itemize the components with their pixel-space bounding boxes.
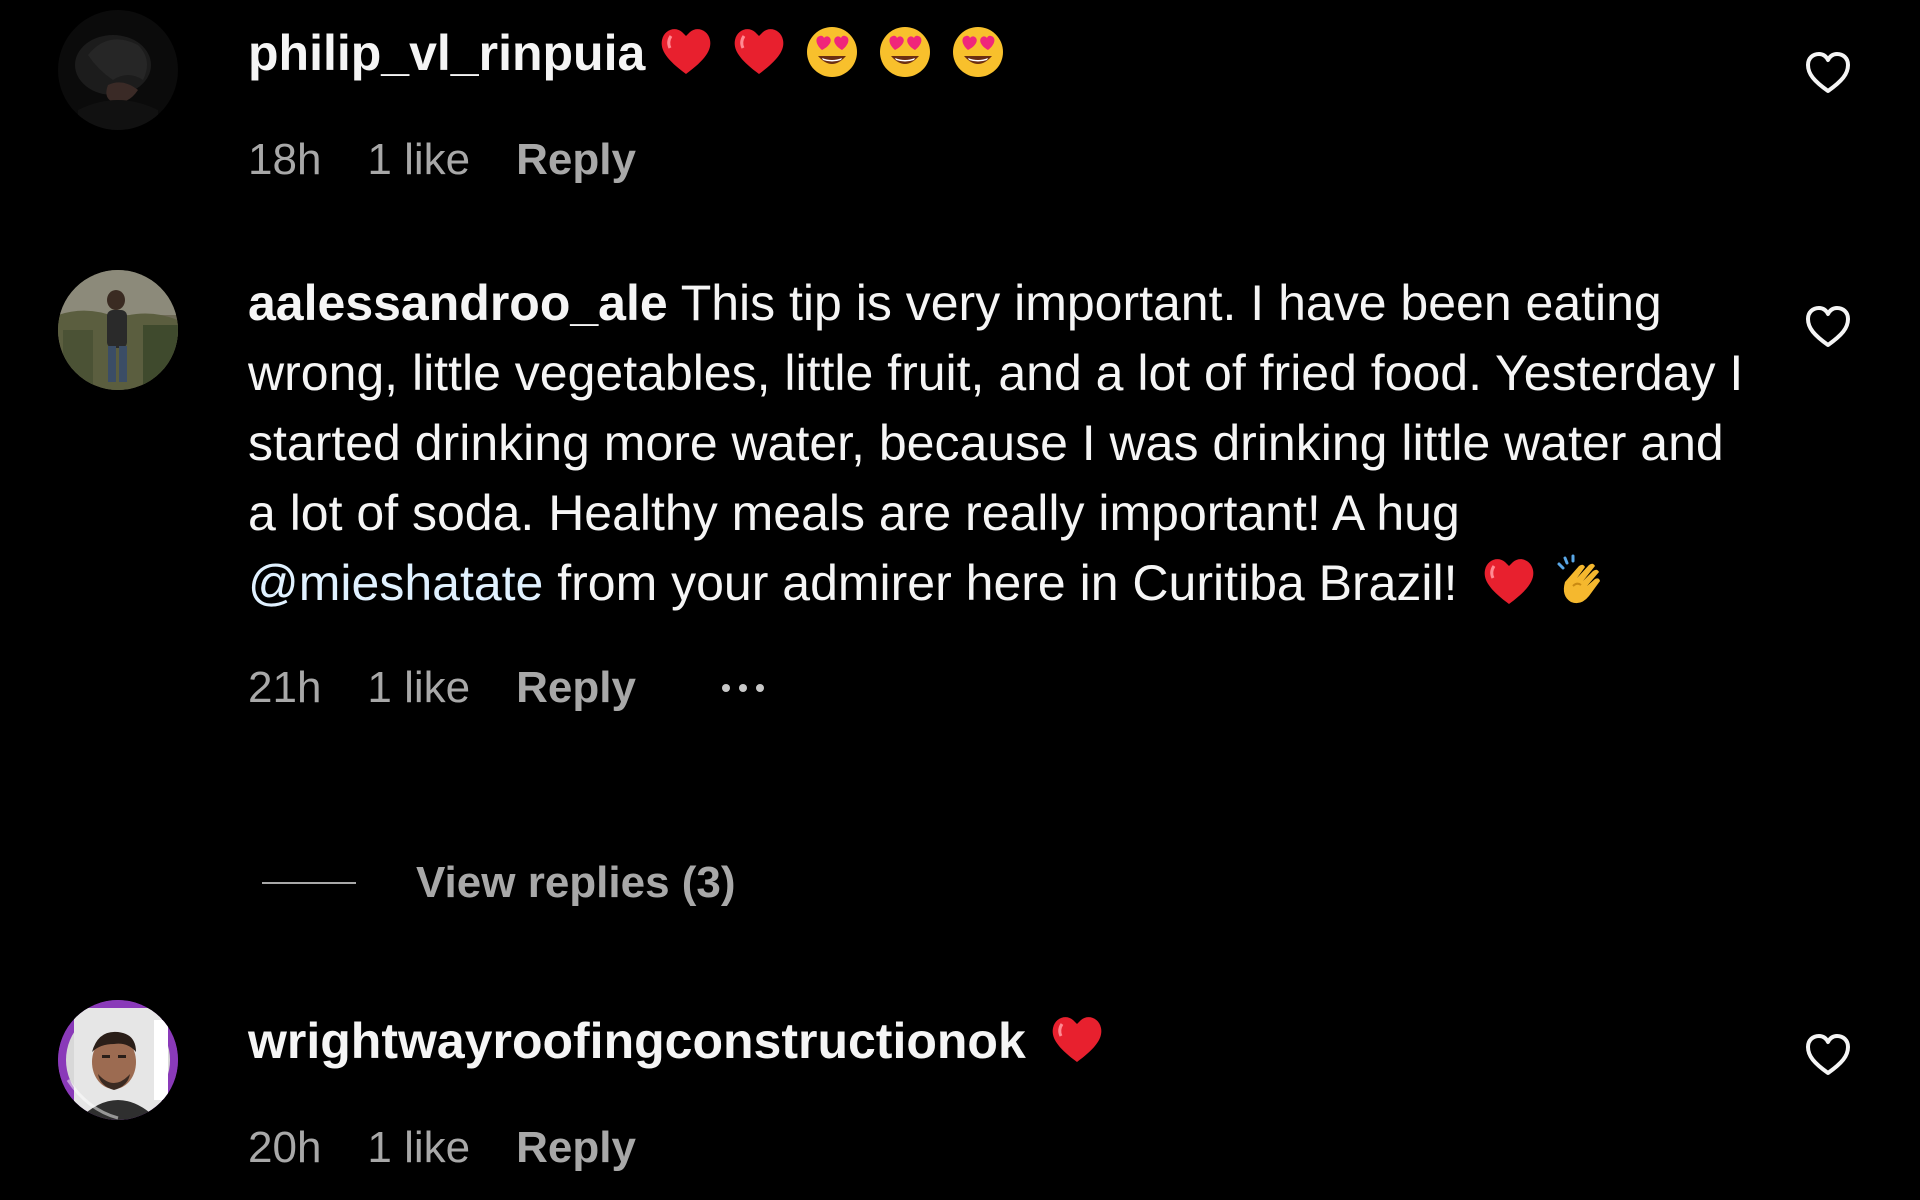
comment-time: 21h [248, 663, 322, 712]
mention-link[interactable]: @mieshatate [248, 555, 543, 611]
heart-eyes-emoji-icon [876, 22, 934, 80]
comment-meta: 18h 1 like Reply [248, 130, 1748, 190]
heart-eyes-emoji-icon [803, 22, 861, 80]
more-options-icon[interactable] [721, 673, 764, 703]
comment-meta: 20h 1 like Reply [248, 1118, 1748, 1178]
comment-username[interactable]: philip_vl_rinpuia [248, 25, 645, 81]
comment-username[interactable]: wrightwayroofingconstructionok [248, 1013, 1026, 1069]
red-heart-icon [1048, 1010, 1106, 1068]
comment-text: wrightwayroofingconstructionok [248, 1006, 1748, 1076]
comment-time: 20h [248, 1123, 322, 1172]
comment-text: philip_vl_rinpuia [248, 18, 1748, 88]
clapping-hands-icon [1553, 552, 1611, 610]
reply-button[interactable]: Reply [516, 663, 636, 713]
avatar[interactable] [58, 10, 178, 130]
heart-eyes-emoji-icon [949, 22, 1007, 80]
red-heart-icon [730, 22, 788, 80]
comments-list: philip_vl_rinpuia 18h 1 like Reply aales… [0, 0, 1920, 1200]
divider-line [262, 882, 356, 884]
comment-likes-count[interactable]: 1 like [367, 663, 470, 713]
avatar[interactable] [58, 1000, 178, 1120]
red-heart-icon [657, 22, 715, 80]
comment-time: 18h [248, 135, 322, 184]
view-replies-button[interactable]: View replies (3) [262, 858, 736, 908]
view-replies-label: View replies (3) [416, 858, 736, 907]
comment-likes-count[interactable]: 1 like [367, 135, 470, 185]
heart-outline-icon[interactable] [1804, 1032, 1852, 1078]
avatar[interactable] [58, 270, 178, 390]
red-heart-icon [1480, 552, 1538, 610]
comment-likes-count[interactable]: 1 like [367, 1123, 470, 1173]
comment-username[interactable]: aalessandroo_ale [248, 275, 668, 331]
comment-meta: 21h 1 like Reply [248, 658, 1748, 718]
heart-outline-icon[interactable] [1804, 304, 1852, 350]
reply-button[interactable]: Reply [516, 1123, 636, 1173]
comment-text: aalessandroo_ale This tip is very import… [248, 268, 1748, 618]
reply-button[interactable]: Reply [516, 135, 636, 185]
heart-outline-icon[interactable] [1804, 50, 1852, 96]
comment-body-end: from your admirer here in Curitiba Brazi… [543, 555, 1458, 611]
